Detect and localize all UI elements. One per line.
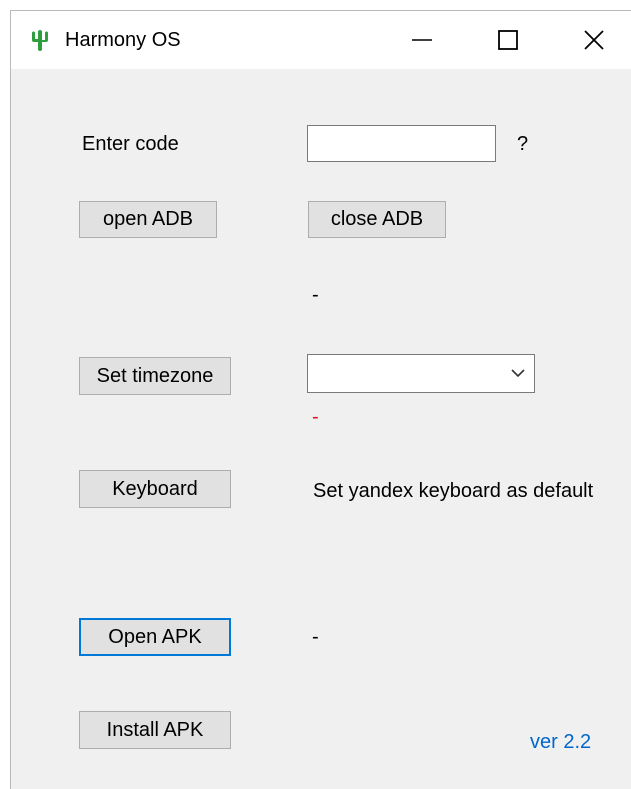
keyboard-button[interactable]: Keyboard bbox=[79, 470, 231, 508]
close-adb-button[interactable]: close ADB bbox=[308, 201, 446, 238]
title-bar[interactable]: Harmony OS bbox=[11, 11, 631, 69]
maximize-button[interactable] bbox=[465, 11, 551, 69]
chevron-down-icon bbox=[511, 369, 525, 378]
timezone-select[interactable] bbox=[307, 354, 535, 393]
install-apk-button[interactable]: Install APK bbox=[79, 711, 231, 749]
open-adb-button[interactable]: open ADB bbox=[79, 201, 217, 238]
apk-status-label: - bbox=[312, 626, 319, 648]
minimize-button[interactable] bbox=[379, 11, 465, 69]
maximize-icon bbox=[498, 30, 518, 50]
enter-code-label: Enter code bbox=[82, 133, 179, 155]
set-timezone-button[interactable]: Set timezone bbox=[79, 357, 231, 395]
app-window: Harmony OS Enter code ? open ADB close A… bbox=[10, 10, 631, 789]
code-help-label: ? bbox=[517, 133, 529, 155]
adb-status-label: - bbox=[312, 284, 319, 306]
version-label: ver 2.2 bbox=[530, 731, 592, 753]
minimize-icon bbox=[412, 39, 432, 41]
cactus-icon bbox=[32, 30, 48, 51]
code-input[interactable] bbox=[307, 125, 496, 162]
close-icon bbox=[584, 30, 604, 50]
timezone-status-label: - bbox=[312, 406, 319, 428]
open-apk-button[interactable]: Open APK bbox=[79, 618, 231, 656]
window-title: Harmony OS bbox=[65, 29, 181, 51]
keyboard-description-label: Set yandex keyboard as default bbox=[313, 480, 594, 502]
close-button[interactable] bbox=[551, 11, 631, 69]
